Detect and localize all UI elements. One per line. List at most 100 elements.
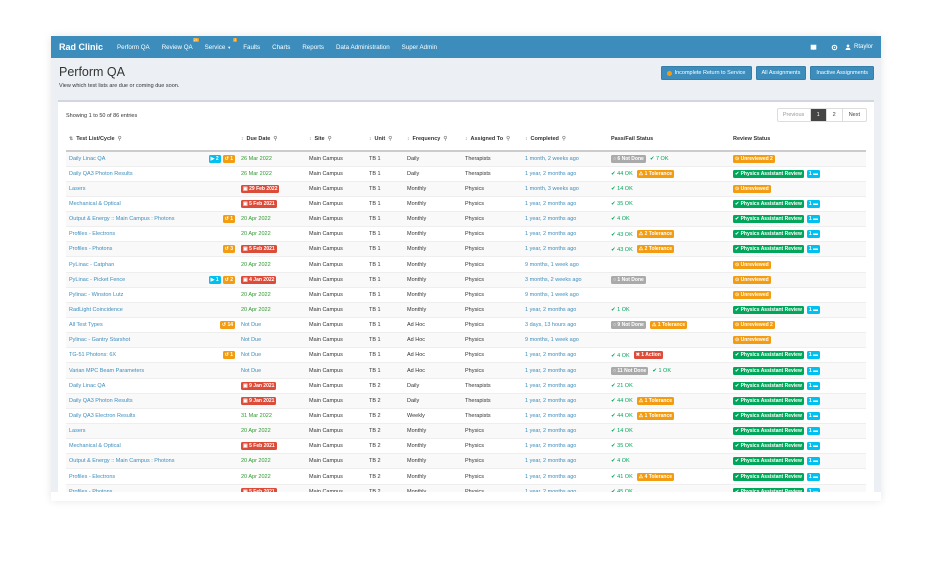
completed-link[interactable]: 9 months, 1 week ago [525, 292, 579, 298]
in-progress-badge[interactable]: ▶ 1 [208, 275, 221, 284]
table-row[interactable]: Mechanical & Optical ▣ 5 Feb 2021 Main Cam… [66, 438, 866, 454]
table-row[interactable]: RadLight Coincidence 20 Apr 2022 Main Camp… [66, 301, 866, 318]
completed-link[interactable]: 3 days, 13 hours ago [525, 322, 576, 328]
review-value[interactable]: 1 ▬ [806, 230, 820, 239]
test-list-link[interactable]: Daily QA3 Electron Results [69, 413, 135, 419]
completed-link[interactable]: 1 year, 2 months ago [525, 383, 576, 389]
completed-link[interactable]: 3 months, 2 weeks ago [525, 277, 582, 283]
table-row[interactable]: Lasers 20 Apr 2022 Main Campus TB 2 Monthly P… [66, 423, 866, 439]
test-list-link[interactable]: Output & Energy :: Main Campus : Photons [69, 458, 174, 464]
review-value[interactable]: 1 ▬ [806, 427, 820, 436]
review-value[interactable]: 1 ▬ [806, 169, 820, 178]
test-list-link[interactable]: Daily Linac QA [69, 156, 105, 162]
table-row[interactable]: Daily QA3 Electron Results 31 Mar 2022 Mai… [66, 407, 866, 424]
completed-link[interactable]: 1 year, 2 months ago [525, 171, 576, 177]
search-icon[interactable]: ⚲ [118, 136, 122, 142]
search-icon[interactable]: ⚲ [562, 136, 566, 142]
search-icon[interactable]: ⚲ [443, 136, 447, 142]
return-badge[interactable]: ↺ 14 [219, 321, 235, 330]
return-badge[interactable]: ↺ 2 [222, 275, 235, 284]
test-list-link[interactable]: Lasers [69, 186, 86, 192]
column-header-test-list-cycle[interactable]: ⇅ Test List/Cycle ⚲ [66, 128, 238, 152]
column-header-frequency[interactable]: ↕ Frequency ⚲ [404, 128, 462, 152]
table-row[interactable]: TG-51 Photons: 6X ↺ 1 Not Due Main Campus TB… [66, 347, 866, 363]
column-header-review-status[interactable]: Review Status [730, 128, 866, 152]
completed-link[interactable]: 1 year, 2 months ago [525, 398, 576, 404]
completed-link[interactable]: 1 year, 2 months ago [525, 352, 576, 358]
return-badge[interactable]: ↺ 1 [222, 155, 235, 163]
table-row[interactable]: PyLinac - Picket Fence ▶ 1 ↺ 2 ▣ 4 Jan 2022… [66, 271, 866, 288]
review-value[interactable]: 1 ▬ [806, 351, 820, 360]
book-icon[interactable] [810, 44, 817, 51]
review-value[interactable]: 1 ▬ [806, 245, 820, 254]
search-icon[interactable]: ⚲ [506, 136, 510, 142]
table-row[interactable]: Output & Energy :: Main Campus : Photons… [66, 453, 866, 469]
column-header-site[interactable]: ↕ Site ⚲ [306, 128, 366, 152]
return-badge[interactable]: ↺ 3 [222, 245, 235, 254]
review-value[interactable]: 1 ▬ [806, 199, 820, 208]
test-list-link[interactable]: Profiles - Photons [69, 246, 112, 252]
table-row[interactable]: Daily Linac QA ▶ 2 ↺ 1 26 Mar 2022 Main Camp… [66, 150, 866, 167]
test-list-link[interactable]: Pylinac - Gantry Starshot [69, 337, 130, 343]
completed-link[interactable]: 1 year, 2 months ago [525, 458, 576, 464]
nav-item-charts[interactable]: Charts [266, 36, 296, 58]
completed-link[interactable]: 1 year, 2 months ago [525, 246, 576, 252]
table-row[interactable]: PyLinac - Catphan 20 Apr 2022 Main Campus T… [66, 256, 866, 273]
completed-link[interactable]: 1 year, 2 months ago [525, 216, 576, 222]
review-value[interactable]: 1 ▬ [806, 442, 820, 451]
nav-item-service[interactable]: Service ▼ 3 [199, 36, 238, 58]
table-row[interactable]: Daily QA3 Photon Results 26 Mar 2022 Main … [66, 165, 866, 182]
test-list-link[interactable]: Daily QA3 Photon Results [69, 398, 133, 404]
completed-link[interactable]: 1 month, 2 weeks ago [525, 156, 579, 162]
gear-icon[interactable] [831, 44, 838, 51]
review-value[interactable]: 1 ▬ [806, 381, 820, 390]
table-row[interactable]: Output & Energy :: Main Campus : Photons… [66, 211, 866, 227]
nav-item-data-administration[interactable]: Data Administration [330, 36, 396, 58]
search-icon[interactable]: ⚲ [388, 136, 392, 142]
test-list-link[interactable]: PyLinac - Catphan [69, 262, 114, 268]
review-value[interactable]: 1 ▬ [806, 472, 820, 481]
completed-link[interactable]: 1 year, 2 months ago [525, 413, 576, 419]
column-header-due-date[interactable]: ↕ Due Date ⚲ [238, 128, 306, 152]
table-row[interactable]: Daily QA3 Photon Results ▣ 9 Jan 2021 Main… [66, 392, 866, 409]
table-row[interactable]: Profiles - Photons ↺ 3 ▣ 5 Feb 2021 Main Ca… [66, 241, 866, 257]
test-list-link[interactable]: PyLinac - Picket Fence [69, 277, 125, 283]
completed-link[interactable]: 1 year, 2 months ago [525, 443, 576, 449]
all-assignments-button[interactable]: All Assignments [755, 66, 807, 80]
table-row[interactable]: Pylinac - Gantry Starshot Not Due Main Cam… [66, 332, 866, 348]
nav-item-reports[interactable]: Reports [296, 36, 330, 58]
test-list-link[interactable]: Mechanical & Optical [69, 201, 121, 207]
review-value[interactable]: 1 ▬ [806, 411, 820, 420]
completed-link[interactable]: 9 months, 1 week ago [525, 337, 579, 343]
test-list-link[interactable]: Mechanical & Optical [69, 443, 121, 449]
test-list-link[interactable]: TG-51 Photons: 6X [69, 352, 116, 358]
completed-link[interactable]: 1 year, 2 months ago [525, 201, 576, 207]
completed-link[interactable]: 1 year, 2 months ago [525, 307, 576, 313]
test-list-link[interactable]: Profiles - Electrons [69, 231, 115, 237]
nav-item-faults[interactable]: Faults [237, 36, 266, 58]
completed-link[interactable]: 1 year, 2 months ago [525, 368, 576, 374]
completed-link[interactable]: 9 months, 1 week ago [525, 262, 579, 268]
review-value[interactable]: 1 ▬ [806, 215, 820, 224]
table-row[interactable]: Lasers ▣ 29 Feb 2022 Main Campus TB 1 Monthl… [66, 180, 866, 197]
test-list-link[interactable]: Daily QA3 Photon Results [69, 171, 133, 177]
table-row[interactable]: Pylinac - Winston Lutz 20 Apr 2022 Main Ca… [66, 286, 866, 303]
table-row[interactable]: Profiles - Electrons 20 Apr 2022 Main Camp… [66, 226, 866, 242]
test-list-link[interactable]: Profiles - Electrons [69, 474, 115, 480]
review-value[interactable]: 1 ▬ [806, 366, 820, 375]
brand-logo[interactable]: Rad Clinic [51, 42, 111, 52]
return-badge[interactable]: ↺ 1 [222, 215, 235, 224]
column-header-assigned-to[interactable]: ↕ Assigned To ⚲ [462, 128, 522, 152]
test-list-link[interactable]: Output & Energy :: Main Campus : Photons [69, 216, 174, 222]
completed-link[interactable]: 1 year, 2 months ago [525, 474, 576, 480]
completed-link[interactable]: 1 year, 2 months ago [525, 428, 576, 434]
in-progress-badge[interactable]: ▶ 2 [208, 155, 221, 163]
test-list-link[interactable]: RadLight Coincidence [69, 307, 123, 313]
review-value[interactable]: 1 ▬ [806, 396, 820, 405]
column-header-completed[interactable]: ↕ Completed ⚲ [522, 128, 608, 152]
test-list-link[interactable]: Pylinac - Winston Lutz [69, 292, 123, 298]
nav-item-super-admin[interactable]: Super Admin [396, 36, 443, 58]
completed-link[interactable]: 1 year, 2 months ago [525, 231, 576, 237]
pager-page-1[interactable]: 1 [809, 109, 826, 121]
completed-link[interactable]: 1 month, 3 weeks ago [525, 186, 579, 192]
